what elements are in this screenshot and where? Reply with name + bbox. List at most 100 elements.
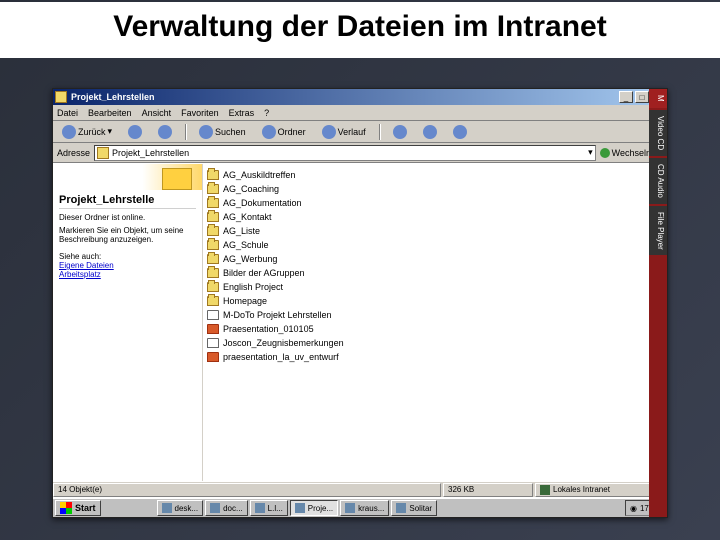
file-name: AG_Werbung — [223, 254, 277, 264]
tb-extra3[interactable] — [448, 123, 472, 141]
file-list[interactable]: AG_Auskildtreffen AG_Coaching AG_Dokumenta… — [203, 164, 667, 481]
file-name: M-DoTo Projekt Lehrstellen — [223, 310, 332, 320]
presentation-icon — [207, 324, 219, 334]
quicklaunch-icon[interactable] — [103, 500, 119, 516]
task-button[interactable]: doc... — [205, 500, 248, 516]
sidebar-tab-audio[interactable]: CD Audio — [649, 158, 667, 204]
forward-button[interactable] — [123, 123, 147, 141]
address-value: Projekt_Lehrstellen — [112, 148, 189, 158]
taskbar: Start desk... doc... L.l... Proje... kraus..… — [53, 497, 667, 517]
address-combo[interactable]: Projekt_Lehrstellen ▾ — [94, 145, 596, 161]
folder-icon — [207, 184, 219, 194]
file-item[interactable]: AG_Kontakt — [205, 210, 665, 224]
folder-icon — [207, 240, 219, 250]
menu-favoriten[interactable]: Favoriten — [181, 108, 219, 118]
folder-icon — [207, 212, 219, 222]
icon — [423, 125, 437, 139]
menu-datei[interactable]: Datei — [57, 108, 78, 118]
folders-button[interactable]: Ordner — [257, 123, 311, 141]
folder-icon — [97, 147, 109, 159]
file-name: Praesentation_010105 — [223, 324, 314, 334]
sidebar-tab-video[interactable]: Video CD — [649, 110, 667, 156]
icon — [453, 125, 467, 139]
quicklaunch-icon[interactable] — [121, 500, 137, 516]
task-button[interactable]: desk... — [157, 500, 204, 516]
app-icon — [210, 503, 220, 513]
titlebar[interactable]: Projekt_Lehrstellen _ □ × — [53, 89, 667, 105]
task-button[interactable]: Proje... — [290, 500, 338, 516]
status-bar: 14 Objekt(e) 326 KB Lokales Intranet — [53, 481, 667, 497]
file-name: Homepage — [223, 296, 267, 306]
back-button[interactable]: Zurück ▾ — [57, 123, 117, 141]
search-icon — [199, 125, 213, 139]
maximize-button[interactable]: □ — [635, 91, 649, 103]
task-label: desk... — [175, 504, 199, 513]
go-icon — [600, 148, 610, 158]
file-item[interactable]: AG_Liste — [205, 224, 665, 238]
status-objects: 14 Objekt(e) — [53, 483, 441, 497]
folders-label: Ordner — [278, 127, 306, 137]
task-label: L.l... — [268, 504, 283, 513]
start-label: Start — [75, 503, 96, 513]
up-button[interactable] — [153, 123, 177, 141]
app-icon — [295, 503, 305, 513]
status-zone: Lokales Intranet — [535, 483, 665, 497]
tray-icon: ◉ — [630, 504, 637, 513]
menu-extras[interactable]: Extras — [229, 108, 255, 118]
quicklaunch-icon[interactable] — [139, 500, 155, 516]
task-label: kraus... — [358, 504, 384, 513]
sidebar-logo[interactable]: M — [649, 89, 667, 108]
app-icon — [396, 503, 406, 513]
file-name: AG_Liste — [223, 226, 260, 236]
folder-icon — [207, 226, 219, 236]
file-item[interactable]: English Project — [205, 280, 665, 294]
folder-icon — [207, 198, 219, 208]
menu-ansicht[interactable]: Ansicht — [142, 108, 172, 118]
file-item[interactable]: Praesentation_010105 — [205, 322, 665, 336]
file-item[interactable]: AG_Schule — [205, 238, 665, 252]
task-label: doc... — [223, 504, 243, 513]
file-item[interactable]: Joscon_Zeugnisbemerkungen — [205, 336, 665, 350]
file-item[interactable]: AG_Auskildtreffen — [205, 168, 665, 182]
menu-help[interactable]: ? — [264, 108, 269, 118]
icon — [393, 125, 407, 139]
history-button[interactable]: Verlauf — [317, 123, 371, 141]
task-button[interactable]: Solitar — [391, 500, 437, 516]
file-item[interactable]: praesentation_la_uv_entwurf — [205, 350, 665, 364]
tb-extra2[interactable] — [418, 123, 442, 141]
up-icon — [158, 125, 172, 139]
link-eigene-dateien[interactable]: Eigene Dateien — [59, 261, 196, 270]
chevron-down-icon[interactable]: ▾ — [588, 147, 593, 158]
file-name: Joscon_Zeugnisbemerkungen — [223, 338, 344, 348]
file-name: AG_Auskildtreffen — [223, 170, 295, 180]
start-button[interactable]: Start — [55, 500, 101, 516]
zone-icon — [540, 485, 550, 495]
search-button[interactable]: Suchen — [194, 123, 251, 141]
task-button[interactable]: L.l... — [250, 500, 288, 516]
client-area: Projekt_Lehrstelle Dieser Ordner ist onl… — [53, 163, 667, 481]
status-size: 326 KB — [443, 483, 533, 497]
folder-icon — [207, 170, 219, 180]
task-button[interactable]: kraus... — [340, 500, 389, 516]
file-item[interactable]: Homepage — [205, 294, 665, 308]
minimize-button[interactable]: _ — [619, 91, 633, 103]
file-name: AG_Dokumentation — [223, 198, 302, 208]
file-item[interactable]: AG_Coaching — [205, 182, 665, 196]
folder-icon — [207, 268, 219, 278]
tb-extra1[interactable] — [388, 123, 412, 141]
address-bar: Adresse Projekt_Lehrstellen ▾ Wechseln z… — [53, 143, 667, 163]
task-label: Solitar — [409, 504, 432, 513]
windows-logo-icon — [60, 502, 72, 514]
history-icon — [322, 125, 336, 139]
folders-icon — [262, 125, 276, 139]
file-item[interactable]: Bilder der AGruppen — [205, 266, 665, 280]
app-icon — [162, 503, 172, 513]
file-item[interactable]: M-DoTo Projekt Lehrstellen — [205, 308, 665, 322]
info-pane: Projekt_Lehrstelle Dieser Ordner ist onl… — [53, 164, 203, 481]
sidebar-tab-player[interactable]: File Player — [649, 206, 667, 256]
file-item[interactable]: AG_Dokumentation — [205, 196, 665, 210]
address-label: Adresse — [57, 148, 90, 158]
menu-bearbeiten[interactable]: Bearbeiten — [88, 108, 132, 118]
file-item[interactable]: AG_Werbung — [205, 252, 665, 266]
link-arbeitsplatz[interactable]: Arbeitsplatz — [59, 270, 196, 279]
